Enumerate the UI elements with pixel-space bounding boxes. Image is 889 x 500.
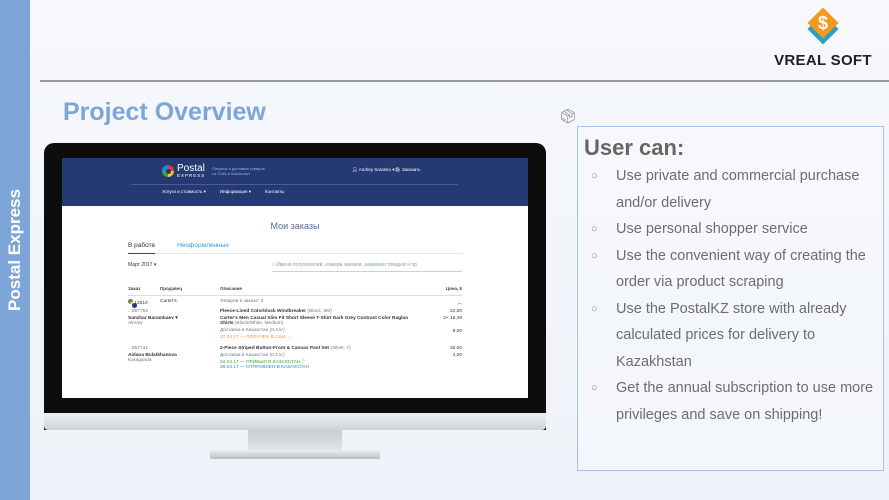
logo-icon: $ <box>807 7 839 45</box>
cart-icon: 🛍︎ <box>395 167 402 172</box>
item-spec: (Black/White, Medium) <box>234 321 284 326</box>
shipment-row: ...657741 Aidana Bulatkhanova Karaganda 2-… <box>128 340 462 370</box>
search-input[interactable]: ⌕ Имена получателей, номера заказов, наз… <box>272 262 462 272</box>
features-heading: User can: <box>584 135 685 160</box>
collapse-icon[interactable]: ︿ <box>432 299 462 306</box>
package-icon: 📦︎ <box>559 108 577 124</box>
user-menu[interactable]: 👤︎ Andrey Saranko ▾ <box>352 167 395 173</box>
item-title: Fleece-Lined Colorblock Windbreaker <box>220 309 307 314</box>
shipment-row: ...657752 Sanzhar Barambaev ▾ Almaty Fleec… <box>128 306 462 340</box>
item-spec: (Silver, 7) <box>330 346 351 351</box>
delivery-price: 4,00 <box>452 353 462 358</box>
month-select[interactable]: Март 2017 ▾ <box>128 262 156 272</box>
item-price: 22,00 <box>449 309 462 314</box>
order-id: 12510 <box>128 299 160 308</box>
feature-item: Get the annual subscription to use more … <box>578 375 883 428</box>
shipment-id: ...657752 <box>128 309 149 314</box>
delivery-price: 8,00 <box>452 329 462 334</box>
shipment-id: ...657741 <box>128 346 149 351</box>
col-seller: Продавец <box>160 286 183 291</box>
monitor-chin <box>44 413 546 430</box>
status-line: 28.03.17 — ОТПРАВЛЕН В КАЗАХСТАН <box>220 365 309 370</box>
order-row[interactable]: 12510 Carter's Товаров в заказе: 3 ︿ <box>128 296 462 308</box>
feature-item: Use the convenient way of creating the o… <box>578 243 883 296</box>
menu-services[interactable]: Услуги и стоимость ▾ <box>162 189 206 195</box>
order-summary: Товаров в заказе: 3 <box>220 299 264 304</box>
recipient-city: Almaty <box>128 321 143 326</box>
divider <box>40 80 889 82</box>
user-name: Andrey Saranko ▾ <box>358 167 395 172</box>
postal-logo[interactable]: Postal EXPRESS Покупка и доставка товаров… <box>162 164 267 178</box>
tagline: Покупка и доставка товаров из США в Каза… <box>212 166 265 176</box>
monitor-stand <box>248 430 342 452</box>
tab-in-progress[interactable]: В работе <box>128 242 156 254</box>
item-price: 2× 15,49 <box>443 316 462 321</box>
sidebar: Postal Express <box>0 0 30 500</box>
order-label: Заказать <box>401 167 421 172</box>
item-spec: (Black, 9M) <box>307 309 332 314</box>
status-line[interactable]: 27.03.17 — ПОЛУЧЕН В США ⌄ <box>220 335 422 340</box>
brand-sub: EXPRESS <box>177 173 206 178</box>
item-title: 2-Piece Striped Button-Front & Canvas Pa… <box>220 346 330 351</box>
app-screenshot: Postal EXPRESS Покупка и доставка товаров… <box>62 158 528 398</box>
order-icon <box>128 299 137 308</box>
sidebar-title: Postal Express <box>5 189 24 311</box>
menu-info[interactable]: Информация ▾ <box>220 189 251 195</box>
item-price: 32,00 <box>449 346 462 351</box>
page-title: Project Overview <box>63 98 266 126</box>
divider <box>132 184 458 185</box>
delivery-line: Доставка в Казахстан (0,4 кг) <box>220 328 285 333</box>
feature-item: Use personal shopper service <box>578 216 883 243</box>
vreal-soft-logo: $ VREAL SOFT <box>768 7 878 69</box>
table-header: Заказ Продавец Описание Цена, $ <box>128 286 462 296</box>
search-placeholder: Имена получателей, номера заказов, назва… <box>276 262 419 268</box>
monitor-base <box>210 450 380 459</box>
features-panel: User can: Use private and commercial pur… <box>577 126 884 471</box>
col-order: Заказ <box>128 286 141 291</box>
tab-drafts[interactable]: Неоформленные <box>177 242 229 249</box>
logo-text: VREAL SOFT <box>774 52 872 69</box>
brand-name: Postal <box>177 163 205 174</box>
recipient-city: Karaganda <box>128 358 152 363</box>
order-button[interactable]: 🛍︎ Заказать <box>395 167 421 173</box>
user-icon: 👤︎ <box>352 167 359 172</box>
feature-item: Use the PostalKZ store with already calc… <box>578 296 883 376</box>
col-price: Цена, $ <box>445 286 462 291</box>
app-header: Postal EXPRESS Покупка и доставка товаров… <box>62 158 528 206</box>
delivery-line: Доставка в Казахстан (0,2 кг) <box>220 353 285 358</box>
order-seller: Carter's <box>160 299 177 304</box>
col-description: Описание <box>220 286 243 291</box>
postal-logo-icon <box>162 165 174 177</box>
orders-title: Мои заказы <box>270 221 320 231</box>
menu-contacts[interactable]: Контакты <box>265 189 284 195</box>
feature-item: Use private and commercial purchase and/… <box>578 163 883 216</box>
